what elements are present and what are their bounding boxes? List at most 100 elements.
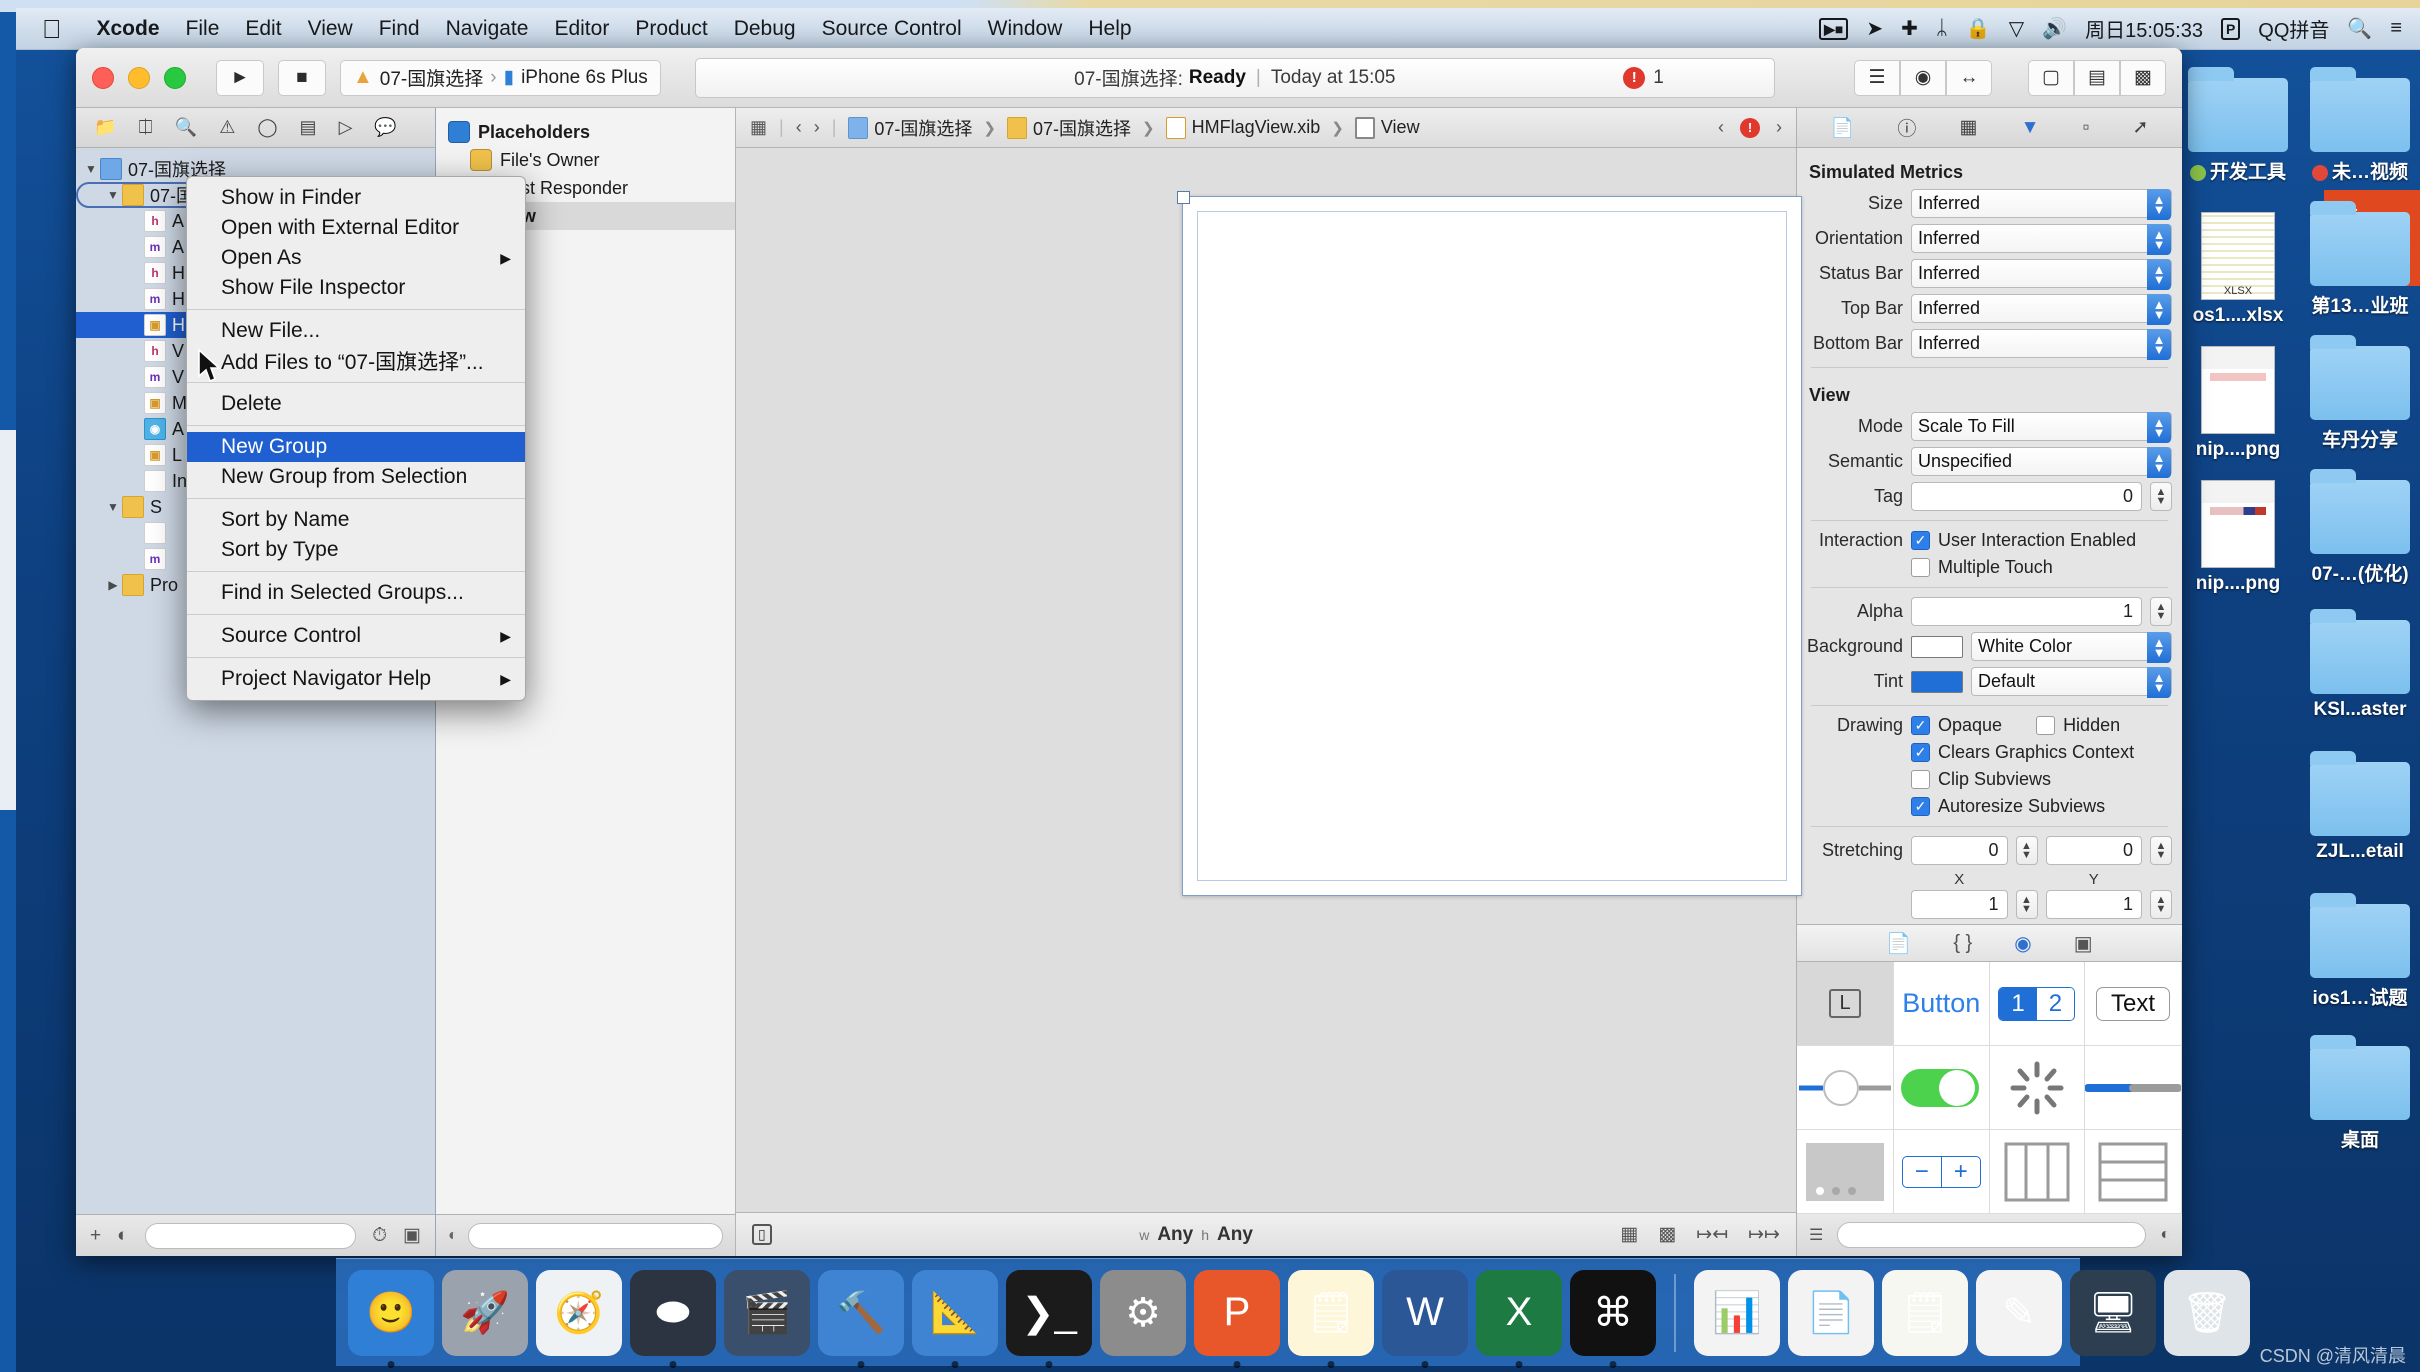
sourcecontrol-icon[interactable]: ⎅ bbox=[138, 117, 152, 138]
menu-item-view[interactable]: View bbox=[295, 17, 366, 41]
breadcrumb-item[interactable]: HMFlagView.xib bbox=[1165, 116, 1320, 139]
multiple-touch-checkbox[interactable] bbox=[1911, 558, 1930, 577]
dock[interactable]: 🙂 🚀 🧭 ⬬ 🎬 🔨 📐 ❯_ ⚙ P 🗒 W X ⌘ 📊 📄 🗒 ✎ 🖥 🗑 bbox=[336, 1258, 2250, 1368]
semantic-popup[interactable]: Unspecified ▲ ▼ bbox=[1911, 447, 2172, 478]
table-view-object[interactable] bbox=[2085, 1130, 2182, 1214]
stretch-y-stepper[interactable]: ▲ ▼ bbox=[2150, 836, 2172, 865]
desktop-icon[interactable]: 开发工具 bbox=[2178, 67, 2298, 184]
breadcrumb-item[interactable]: View bbox=[1354, 116, 1420, 139]
scroll-view-object[interactable] bbox=[1989, 1130, 2085, 1214]
finder-icon[interactable]: 🙂 bbox=[348, 1269, 434, 1368]
connections-inspector-icon[interactable]: ➚ bbox=[2132, 116, 2148, 139]
stretch-height-field[interactable]: 1 bbox=[2045, 890, 2142, 919]
volume-icon[interactable]: 🔊 bbox=[2042, 16, 2067, 41]
tint-color-swatch[interactable] bbox=[1911, 670, 1963, 693]
apple-logo-icon[interactable]:  bbox=[42, 16, 62, 42]
chevron-right-icon[interactable]: › bbox=[814, 117, 820, 138]
desktop-icon[interactable]: ios1…试题 bbox=[2300, 893, 2420, 1010]
trash-icon[interactable]: 🗑 bbox=[2164, 1269, 2250, 1356]
pin-icon[interactable]: ↦↤ bbox=[1696, 1223, 1728, 1246]
notes-icon[interactable]: 🗒 bbox=[1288, 1269, 1374, 1368]
align-icon[interactable]: ↦↦ bbox=[1748, 1223, 1780, 1246]
bluetooth-icon[interactable]: ᛦ bbox=[1936, 17, 1948, 40]
button-object[interactable]: Button bbox=[1894, 962, 1990, 1046]
xcode-icon[interactable]: 📐 bbox=[912, 1269, 998, 1368]
context-menu-item[interactable]: Sort by Name bbox=[187, 505, 525, 535]
disclosure-triangle-icon[interactable]: ▼ bbox=[104, 188, 122, 202]
run-button[interactable]: ► bbox=[216, 59, 264, 96]
tint-popup[interactable]: Default ▲ ▼ bbox=[1971, 667, 2172, 698]
word-icon[interactable]: W bbox=[1382, 1269, 1468, 1368]
activity-indicator-object[interactable] bbox=[1989, 1046, 2085, 1130]
menu-item-file[interactable]: File bbox=[173, 17, 233, 41]
object-library-icon[interactable]: ◉ bbox=[2014, 931, 2031, 956]
quick-help-icon[interactable]: ⓘ bbox=[1897, 114, 1916, 141]
chevron-left-icon[interactable]: ‹ bbox=[1718, 117, 1724, 138]
filter-icon[interactable]: ◐ bbox=[117, 1225, 128, 1247]
constraints-icon[interactable]: ▦ bbox=[1620, 1223, 1638, 1246]
identity-inspector-icon[interactable]: ▦ bbox=[1960, 116, 1978, 139]
zoom-button[interactable] bbox=[164, 66, 186, 89]
chevron-left-icon[interactable]: ‹ bbox=[796, 117, 802, 138]
page-control-object[interactable] bbox=[1797, 1130, 1894, 1214]
breadcrumb-item[interactable]: 07-国旗选择 bbox=[1006, 115, 1131, 141]
breadcrumb[interactable]: 07-国旗选择 ❯ 07-国旗选择 ❯ HMFlagView.xib ❯ View bbox=[848, 115, 1420, 141]
outline-filter-icon[interactable]: ◐ bbox=[448, 1227, 458, 1245]
chevron-right-icon[interactable]: › bbox=[1776, 117, 1782, 138]
xcode-beta-icon[interactable]: 🔨 bbox=[818, 1269, 904, 1368]
menu-item-window[interactable]: Window bbox=[975, 17, 1076, 41]
chevron-updown-icon[interactable]: ▲ ▼ bbox=[2147, 189, 2171, 220]
metric-popup[interactable]: Inferred ▲ ▼ bbox=[1911, 224, 2172, 255]
clears-graphics-checkbox[interactable]: ✓ bbox=[1911, 743, 1930, 762]
search-icon[interactable]: 🔍 bbox=[2347, 16, 2372, 41]
outline-row[interactable]: File's Owner bbox=[436, 146, 735, 174]
pages-doc-icon[interactable]: 📄 bbox=[1788, 1269, 1874, 1356]
disclosure-triangle-icon[interactable]: ▶ bbox=[104, 578, 122, 592]
chevron-updown-icon[interactable]: ▲ ▼ bbox=[2147, 259, 2171, 290]
context-menu-item[interactable]: Show File Inspector bbox=[187, 273, 525, 303]
chevron-updown-icon[interactable]: ▲ ▼ bbox=[2147, 224, 2171, 255]
library-filter-field[interactable] bbox=[1837, 1222, 2147, 1248]
stretch-x-stepper[interactable]: ▲ ▼ bbox=[2015, 836, 2038, 865]
media-library-icon[interactable]: ▣ bbox=[2074, 931, 2093, 956]
lock-icon[interactable]: 🔒 bbox=[1966, 16, 1991, 41]
alpha-stepper[interactable]: ▲ ▼ bbox=[2150, 597, 2172, 626]
menu-item-source-control[interactable]: Source Control bbox=[809, 17, 975, 41]
code-snippet-library-icon[interactable]: { } bbox=[1953, 932, 1972, 955]
metric-popup[interactable]: Inferred ▲ ▼ bbox=[1911, 329, 2172, 360]
stretch-width-stepper[interactable]: ▲ ▼ bbox=[2015, 890, 2038, 919]
label-object[interactable]: L bbox=[1797, 962, 1894, 1046]
context-menu-item[interactable]: New Group from Selection bbox=[187, 462, 525, 492]
chevron-updown-icon[interactable]: ▲ ▼ bbox=[2147, 447, 2171, 478]
keynote-doc-icon[interactable]: 📊 bbox=[1694, 1269, 1780, 1356]
report-icon[interactable]: 💬 bbox=[374, 117, 396, 138]
context-menu-item[interactable]: Add Files to “07-国旗选择”... bbox=[187, 346, 525, 376]
plus-icon[interactable]: + bbox=[90, 1225, 101, 1247]
stop-button[interactable]: ■ bbox=[278, 59, 326, 96]
slider-object[interactable] bbox=[1797, 1046, 1894, 1130]
folder-icon[interactable]: 📁 bbox=[94, 117, 116, 138]
desktop-icon[interactable]: 未…视频 bbox=[2300, 67, 2420, 184]
location-icon[interactable]: ➤ bbox=[1866, 16, 1883, 41]
filter-icon[interactable]: ◐ bbox=[2160, 1226, 2170, 1244]
sourcecontrol-filter-icon[interactable]: ▣ bbox=[403, 1224, 421, 1247]
terminal-icon[interactable]: ❯_ bbox=[1006, 1269, 1092, 1368]
hidden-checkbox[interactable] bbox=[2036, 716, 2056, 735]
desktop-icon[interactable]: 桌面 bbox=[2300, 1035, 2420, 1152]
desktop-icon[interactable]: 第13…业班 bbox=[2300, 201, 2420, 318]
postman-icon[interactable]: ⬬ bbox=[630, 1269, 716, 1368]
context-menu-item[interactable]: Open with External Editor bbox=[187, 213, 525, 243]
outline-row[interactable]: Placeholders bbox=[436, 118, 735, 146]
snippet-doc-icon[interactable]: ✎ bbox=[1976, 1269, 2062, 1356]
alpha-field[interactable]: 1 bbox=[1911, 597, 2142, 626]
progress-view-object[interactable] bbox=[2085, 1046, 2182, 1130]
context-menu-item[interactable]: Open As ▶ bbox=[187, 243, 525, 273]
screen-doc-icon[interactable]: 🖥 bbox=[2070, 1269, 2156, 1356]
stretch-height-stepper[interactable]: ▲ ▼ bbox=[2150, 890, 2172, 919]
metric-popup[interactable]: Inferred ▲ ▼ bbox=[1911, 294, 2172, 325]
context-menu[interactable]: Show in Finder Open with External Editor O… bbox=[186, 176, 526, 701]
menu-item-product[interactable]: Product bbox=[622, 17, 720, 41]
menu-item-debug[interactable]: Debug bbox=[721, 17, 809, 41]
mode-popup[interactable]: Scale To Fill ▲ ▼ bbox=[1911, 412, 2172, 443]
attributes-inspector-icon[interactable]: ▼ bbox=[2021, 117, 2040, 139]
